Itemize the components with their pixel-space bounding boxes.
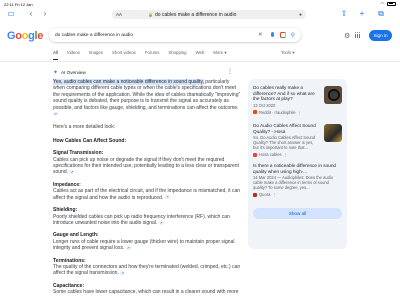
source-card[interactable]: Do cables really make a difference? And …	[253, 85, 342, 115]
overview-intro: Here's a more detailed look:	[53, 124, 116, 131]
more-dropdown-icon: ▾	[224, 50, 227, 55]
more-options-icon[interactable]: ⋮	[272, 192, 276, 197]
highlighted-answer: Yes, audio cables can make a noticeable …	[53, 79, 204, 85]
search-tabs: All Videos Images Short videos Forums Sh…	[53, 50, 227, 60]
lens-icon[interactable]	[279, 32, 286, 38]
list-item: Shielding: Poorly shielded cables can pi…	[53, 207, 241, 226]
address-text: do cables make a difference in audio	[155, 11, 237, 18]
link-icon[interactable]: ↗	[125, 245, 131, 250]
reddit-favicon-icon	[253, 110, 257, 115]
more-options-icon[interactable]: ⋮	[298, 110, 302, 115]
sidebar-icon[interactable]: ▭	[6, 9, 16, 19]
link-icon[interactable]: ↗	[69, 170, 75, 175]
quora-favicon-icon	[253, 192, 257, 197]
gear-icon[interactable]: ⚙	[344, 32, 350, 40]
microphone-icon[interactable]: ●	[299, 12, 302, 18]
battery-icon	[387, 1, 396, 6]
search-query: do cables make a difference in audio	[55, 32, 134, 38]
list-item: Signal Transmission: Cables can pick up …	[53, 150, 241, 176]
source-snippet: 13 Oct 2020	[253, 102, 276, 108]
sources-panel: Do cables really make a difference? And …	[248, 79, 347, 249]
search-input[interactable]: do cables make a difference in audio ✕ ⚲	[49, 28, 301, 42]
tab-short-videos[interactable]: Short videos	[112, 50, 136, 60]
ai-overview-header: ✦ AI Overview	[53, 69, 86, 76]
tools-button[interactable]: Tools ▾	[281, 50, 294, 56]
hosa-favicon-icon	[253, 152, 257, 157]
sparkle-icon: ✦	[53, 70, 59, 76]
source-meta: Reddit · r/audiophile ⋮	[253, 110, 342, 115]
item-text: Some cables have lower capacitance, whic…	[53, 289, 239, 296]
list-item: Capacitance: Some cables have lower capa…	[53, 283, 241, 296]
clear-icon[interactable]: ✕	[258, 32, 263, 38]
share-icon[interactable]: ⇧	[339, 9, 349, 19]
divider	[0, 61, 400, 62]
link-icon[interactable]: ↗	[53, 111, 58, 116]
list-item: Terminations: The quality of the connect…	[53, 258, 241, 277]
browser-toolbar: ▭ ‹ › AA 🔒 do cables make a difference i…	[0, 6, 400, 22]
source-snippet: So, Do Audio Cables Affect Sound Quality…	[253, 135, 316, 151]
link-icon[interactable]: ↗	[120, 271, 126, 276]
more-options-icon[interactable]: ⋮	[284, 152, 288, 157]
source-title: Is there a noticeable difference in soun…	[253, 163, 337, 174]
source-title: Do cables really make a difference? And …	[253, 85, 315, 102]
tab-all[interactable]: All	[53, 50, 58, 60]
voice-search-icon[interactable]	[270, 32, 275, 38]
link-icon[interactable]: ↗	[158, 220, 164, 225]
lock-icon: 🔒	[148, 12, 153, 17]
item-text: Longer runs of cable require a lower gau…	[53, 238, 235, 252]
tools-dropdown-icon: ▾	[292, 50, 295, 55]
cable-thumbnail	[324, 124, 342, 142]
address-bar[interactable]: AA 🔒 do cables make a difference in audi…	[112, 10, 306, 19]
source-card[interactable]: Do Audio Cables Affect Sound Quality? - …	[253, 123, 342, 157]
tab-images[interactable]: Images	[89, 50, 103, 60]
overview-paragraph: Yes, audio cables can make a noticeable …	[53, 79, 241, 117]
tab-shopping[interactable]: Shopping	[168, 50, 186, 60]
tab-web[interactable]: Web	[196, 50, 205, 60]
tab-videos[interactable]: Videos	[67, 50, 80, 60]
item-text: The quality of the connectors and how th…	[53, 263, 241, 277]
more-options-icon[interactable]: ⋮	[227, 68, 233, 75]
sign-in-button[interactable]: Sign in	[369, 30, 392, 41]
source-snippet: 14 Mar 2024 — Audiophiles: Does the audi…	[253, 175, 334, 191]
section-title: How Cables Can Affect Sound:	[53, 137, 127, 144]
tabs-overview-icon[interactable]: ⧉	[376, 9, 386, 19]
forward-icon[interactable]: ›	[40, 9, 50, 19]
ai-overview-label: AI Overview	[61, 70, 86, 75]
item-text: Cables act as part of the electrical cir…	[53, 188, 241, 201]
list-item: Impedance: Cables act as part of the ele…	[53, 182, 241, 201]
apps-grid-icon[interactable]	[355, 32, 361, 38]
item-text: Poorly shielded cables can pick up radio…	[53, 213, 230, 226]
show-all-button[interactable]: Show all	[253, 208, 342, 219]
ai-overview-content: Yes, audio cables can make a noticeable …	[53, 79, 241, 300]
source-site: Reddit · r/audiophile	[259, 109, 296, 115]
google-logo[interactable]: Google	[7, 30, 43, 42]
back-icon[interactable]: ‹	[26, 9, 36, 19]
source-site: Hosa cables	[259, 152, 282, 158]
link-icon[interactable]: ↗	[164, 195, 170, 200]
tab-forums[interactable]: Forums	[145, 50, 160, 60]
speaker-thumbnail	[324, 86, 342, 104]
list-item: Gauge and Length: Longer runs of cable r…	[53, 232, 241, 251]
source-title: Do Audio Cables Affect Sound Quality? - …	[253, 123, 316, 134]
source-meta: Hosa cables ⋮	[253, 152, 342, 157]
new-tab-icon[interactable]: +	[357, 9, 367, 19]
source-site: Quora	[259, 192, 271, 198]
reader-aa-icon[interactable]: AA	[116, 12, 122, 17]
tab-more[interactable]: More ▾	[213, 50, 226, 60]
item-text: Cables can pick up noise or degrade the …	[53, 156, 239, 176]
source-card[interactable]: Is there a noticeable difference in soun…	[253, 163, 342, 197]
google-header: Google do cables make a difference in au…	[0, 24, 400, 50]
source-meta: Quora ⋮	[253, 192, 342, 197]
search-icon[interactable]: ⚲	[291, 32, 295, 39]
